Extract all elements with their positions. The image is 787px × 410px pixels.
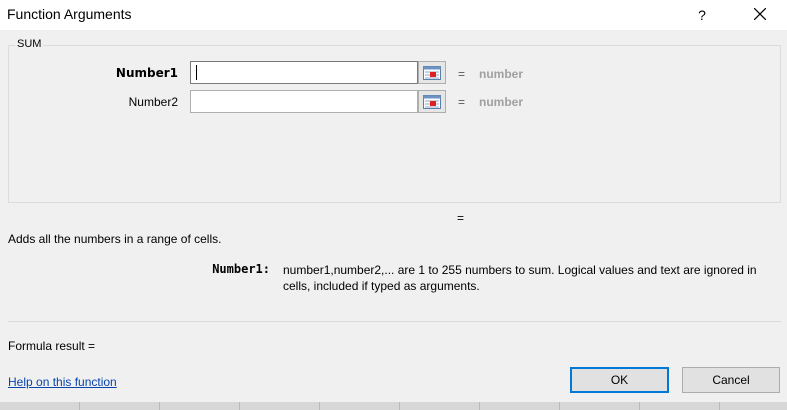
arg-label-number2: Number2 <box>128 95 178 109</box>
divider <box>8 321 781 322</box>
dialog-title: Function Arguments <box>7 6 132 22</box>
arg-help-label: Number1: <box>212 262 270 276</box>
ref-button-number2[interactable] <box>418 90 446 113</box>
collapse-dialog-icon <box>423 65 441 80</box>
function-result-equals: = <box>457 211 465 225</box>
function-name: SUM <box>15 38 44 50</box>
close-button[interactable] <box>740 2 780 26</box>
arg-equals-number2: = <box>458 95 466 109</box>
formula-result: Formula result = <box>8 339 96 353</box>
collapse-dialog-icon <box>423 94 441 109</box>
arg-result-number2: number <box>479 95 524 109</box>
ref-button-number1[interactable] <box>418 61 446 84</box>
arg-result-number1: number <box>479 67 524 81</box>
title-bar: Function Arguments ? <box>0 0 787 30</box>
help-on-function-link[interactable]: Help on this function <box>8 375 117 389</box>
help-button[interactable]: ? <box>690 4 714 26</box>
arg-input-number2[interactable] <box>190 90 418 113</box>
text-caret <box>196 65 197 80</box>
ok-button[interactable]: OK <box>570 367 669 393</box>
arg-label-number1: Number1 <box>115 66 178 80</box>
cancel-button[interactable]: Cancel <box>682 367 780 393</box>
spreadsheet-background-strip <box>0 402 787 410</box>
arg-input-number1[interactable] <box>190 61 418 84</box>
arg-equals-number1: = <box>458 67 466 81</box>
arg-help-text: number1,number2,... are 1 to 255 numbers… <box>283 263 757 293</box>
function-description: Adds all the numbers in a range of cells… <box>8 232 222 246</box>
close-icon <box>753 7 767 21</box>
